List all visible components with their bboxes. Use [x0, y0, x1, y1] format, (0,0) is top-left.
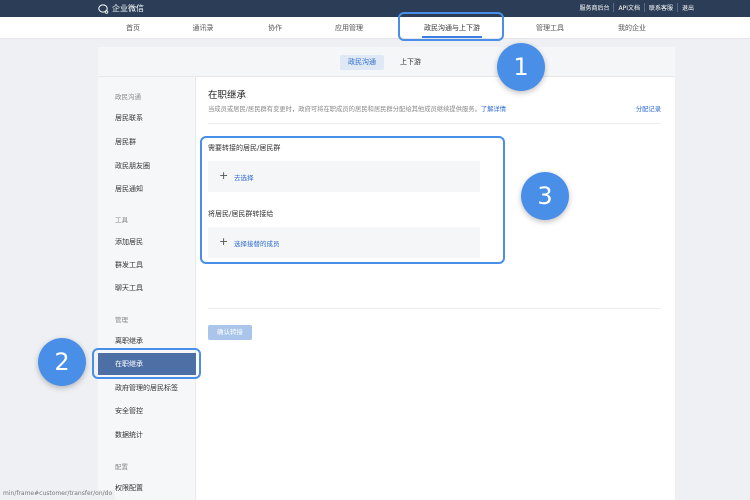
- sidebar-item-gov-resident-tags[interactable]: 政府管理的居民标签: [98, 377, 196, 399]
- sidebar-group-management: 管理: [115, 316, 128, 324]
- description-text: 当成员或居民/居民群有变更时，政府可将在职成员的居民和居民群分配给其他成员继续提…: [208, 106, 481, 113]
- sidebar-group-config: 配置: [115, 463, 128, 471]
- sidebar-item-resident-notice[interactable]: 居民通知: [98, 178, 196, 200]
- highlight-box-nav: [398, 12, 504, 41]
- tab-gov-citizen[interactable]: 政民沟通: [340, 55, 384, 70]
- step-badge-1: 1: [497, 43, 545, 91]
- top-links: 服务商后台 API文档 联系客服 退出: [575, 3, 698, 12]
- link-logout[interactable]: 退出: [676, 3, 698, 12]
- top-bar: 企业微信 服务商后台 API文档 联系客服 退出: [0, 0, 750, 17]
- learn-more-link[interactable]: 了解详情: [481, 106, 506, 113]
- link-provider-backend[interactable]: 服务商后台: [575, 3, 613, 12]
- sidebar-item-add-resident[interactable]: 添加居民: [98, 231, 196, 253]
- sidebar-item-data-stats[interactable]: 数据统计: [98, 424, 196, 446]
- nav-management-tools[interactable]: 管理工具: [522, 17, 578, 39]
- brand-logo[interactable]: 企业微信: [98, 2, 144, 15]
- link-contact-support[interactable]: 联系客服: [643, 3, 677, 12]
- highlight-box-sidebar: [92, 348, 201, 379]
- nav-collaboration[interactable]: 协作: [252, 17, 298, 39]
- tab-upstream-downstream[interactable]: 上下游: [392, 55, 429, 70]
- main-panel: 政民沟通 上下游 政民沟通 居民联系 居民群 政民朋友圈 居民通知 工具 添加居…: [98, 47, 675, 500]
- step-badge-2: 2: [38, 338, 86, 386]
- sidebar: 政民沟通 居民联系 居民群 政民朋友圈 居民通知 工具 添加居民 群发工具 聊天…: [98, 77, 196, 500]
- assignment-record-link[interactable]: 分配记录: [636, 104, 661, 113]
- sidebar-item-security-control[interactable]: 安全管控: [98, 400, 196, 422]
- form-divider: [208, 308, 661, 309]
- nav-home[interactable]: 首页: [108, 17, 158, 39]
- nav-app-management[interactable]: 应用管理: [318, 17, 380, 39]
- header-divider: [208, 123, 661, 124]
- page-description: 当成员或居民/居民群有变更时，政府可将在职成员的居民和居民群分配给其他成员继续提…: [208, 104, 506, 113]
- step-badge-3: 3: [521, 172, 569, 220]
- main-nav: 首页 通讯录 协作 应用管理 政民沟通与上下游 管理工具 我的企业: [0, 17, 750, 39]
- highlight-box-form: [200, 136, 505, 264]
- sidebar-item-chat-tools[interactable]: 聊天工具: [98, 277, 196, 299]
- sidebar-group-tools: 工具: [115, 216, 128, 224]
- link-api-docs[interactable]: API文档: [613, 3, 644, 12]
- wecom-logo-icon: [98, 3, 109, 14]
- nav-my-enterprise[interactable]: 我的企业: [604, 17, 660, 39]
- nav-contacts[interactable]: 通讯录: [178, 17, 228, 39]
- sidebar-item-resident-contact[interactable]: 居民联系: [98, 107, 196, 129]
- sidebar-item-resident-group[interactable]: 居民群: [98, 131, 196, 153]
- status-bar-url: min/frame#customer/transfer/on/do: [0, 490, 116, 500]
- sidebar-item-mass-send[interactable]: 群发工具: [98, 254, 196, 276]
- brand-name: 企业微信: [112, 4, 144, 13]
- page-title: 在职继承: [208, 90, 247, 101]
- sub-tabs: 政民沟通 上下游: [98, 47, 675, 77]
- sidebar-item-moments[interactable]: 政民朋友圈: [98, 155, 196, 177]
- confirm-transfer-button[interactable]: 确认转接: [208, 325, 252, 340]
- sidebar-group-gov-citizen: 政民沟通: [115, 93, 141, 101]
